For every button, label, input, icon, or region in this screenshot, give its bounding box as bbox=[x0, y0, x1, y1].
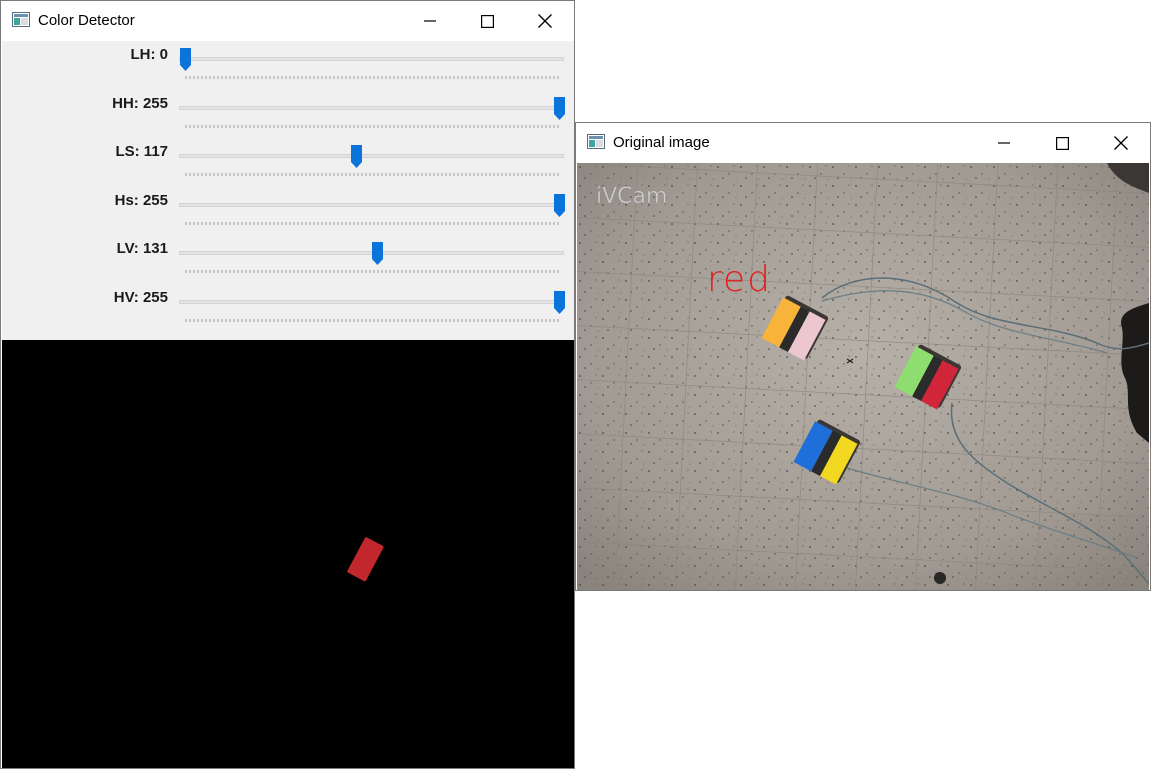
close-icon bbox=[1114, 136, 1128, 150]
ivcam-watermark: iVCam bbox=[596, 184, 667, 209]
trackbar-label: HH: 255 bbox=[112, 94, 168, 112]
title-bar[interactable]: Color Detector bbox=[1, 1, 574, 41]
trackbar-thumb[interactable] bbox=[179, 47, 192, 72]
minimize-icon bbox=[998, 142, 1010, 144]
close-icon bbox=[538, 14, 552, 28]
trackbar-ticks bbox=[185, 76, 560, 79]
trackbar-label: LV: 131 bbox=[116, 240, 168, 258]
close-button[interactable] bbox=[516, 1, 574, 41]
trackbar-label: LS: 117 bbox=[115, 143, 168, 161]
trackbar-row: HV: 255 bbox=[2, 284, 574, 332]
trackbar-ticks bbox=[185, 270, 560, 274]
color-detector-window: Color Detector LH: 0 HH: 255 LS: 117 Hs: 25… bbox=[0, 0, 575, 769]
window-title: Original image bbox=[613, 134, 710, 151]
trackbar-ticks bbox=[185, 173, 560, 177]
trackbar-track[interactable] bbox=[179, 202, 564, 207]
app-icon bbox=[587, 134, 605, 149]
maximize-button[interactable] bbox=[1033, 123, 1091, 163]
maximize-button[interactable] bbox=[458, 1, 516, 41]
trackbar-label: LH: 0 bbox=[130, 46, 169, 63]
minimize-button[interactable] bbox=[401, 1, 459, 41]
maximize-icon bbox=[1055, 136, 1069, 150]
original-image-window: Original image iVCam red bbox=[575, 122, 1151, 591]
trackbar-label: Hs: 255 bbox=[114, 191, 168, 209]
minimize-icon bbox=[424, 20, 436, 22]
trackbar-thumb[interactable] bbox=[553, 193, 566, 218]
trackbar-label: HV: 255 bbox=[113, 289, 168, 306]
minimize-button[interactable] bbox=[975, 123, 1033, 163]
trackbar-panel: LH: 0 HH: 255 LS: 117 Hs: 255 LV: 131 HV: 255 bbox=[2, 41, 574, 340]
trackbar-row: LH: 0 bbox=[2, 41, 574, 89]
detected-color-label: red bbox=[707, 259, 772, 300]
trackbar-track[interactable] bbox=[179, 57, 564, 61]
maximize-icon bbox=[480, 14, 494, 28]
trackbar-track[interactable] bbox=[179, 154, 564, 159]
trackbar-row: LS: 117 bbox=[2, 138, 574, 186]
app-icon bbox=[12, 12, 30, 27]
trackbar-thumb[interactable] bbox=[371, 241, 384, 266]
title-bar[interactable]: Original image bbox=[576, 123, 1150, 163]
camera-frame: iVCam red bbox=[577, 163, 1149, 590]
trackbar-thumb[interactable] bbox=[350, 144, 363, 169]
mask-image bbox=[2, 340, 574, 768]
trackbar-row: LV: 131 bbox=[2, 235, 574, 283]
trackbar-row: HH: 255 bbox=[2, 90, 574, 138]
mask-canvas bbox=[347, 537, 384, 582]
trackbar-thumb[interactable] bbox=[553, 290, 566, 315]
trackbar-thumb[interactable] bbox=[553, 96, 566, 121]
trackbar-row: Hs: 255 bbox=[2, 187, 574, 235]
trackbar-track[interactable] bbox=[179, 300, 564, 304]
window-title: Color Detector bbox=[38, 12, 135, 29]
detected-red-blob bbox=[347, 537, 384, 582]
trackbar-track[interactable] bbox=[179, 105, 564, 110]
trackbar-ticks bbox=[185, 221, 560, 225]
trackbar-ticks bbox=[185, 124, 560, 128]
camera-image: iVCam red bbox=[577, 163, 1149, 590]
close-button[interactable] bbox=[1092, 123, 1150, 163]
trackbar-ticks bbox=[185, 319, 560, 322]
